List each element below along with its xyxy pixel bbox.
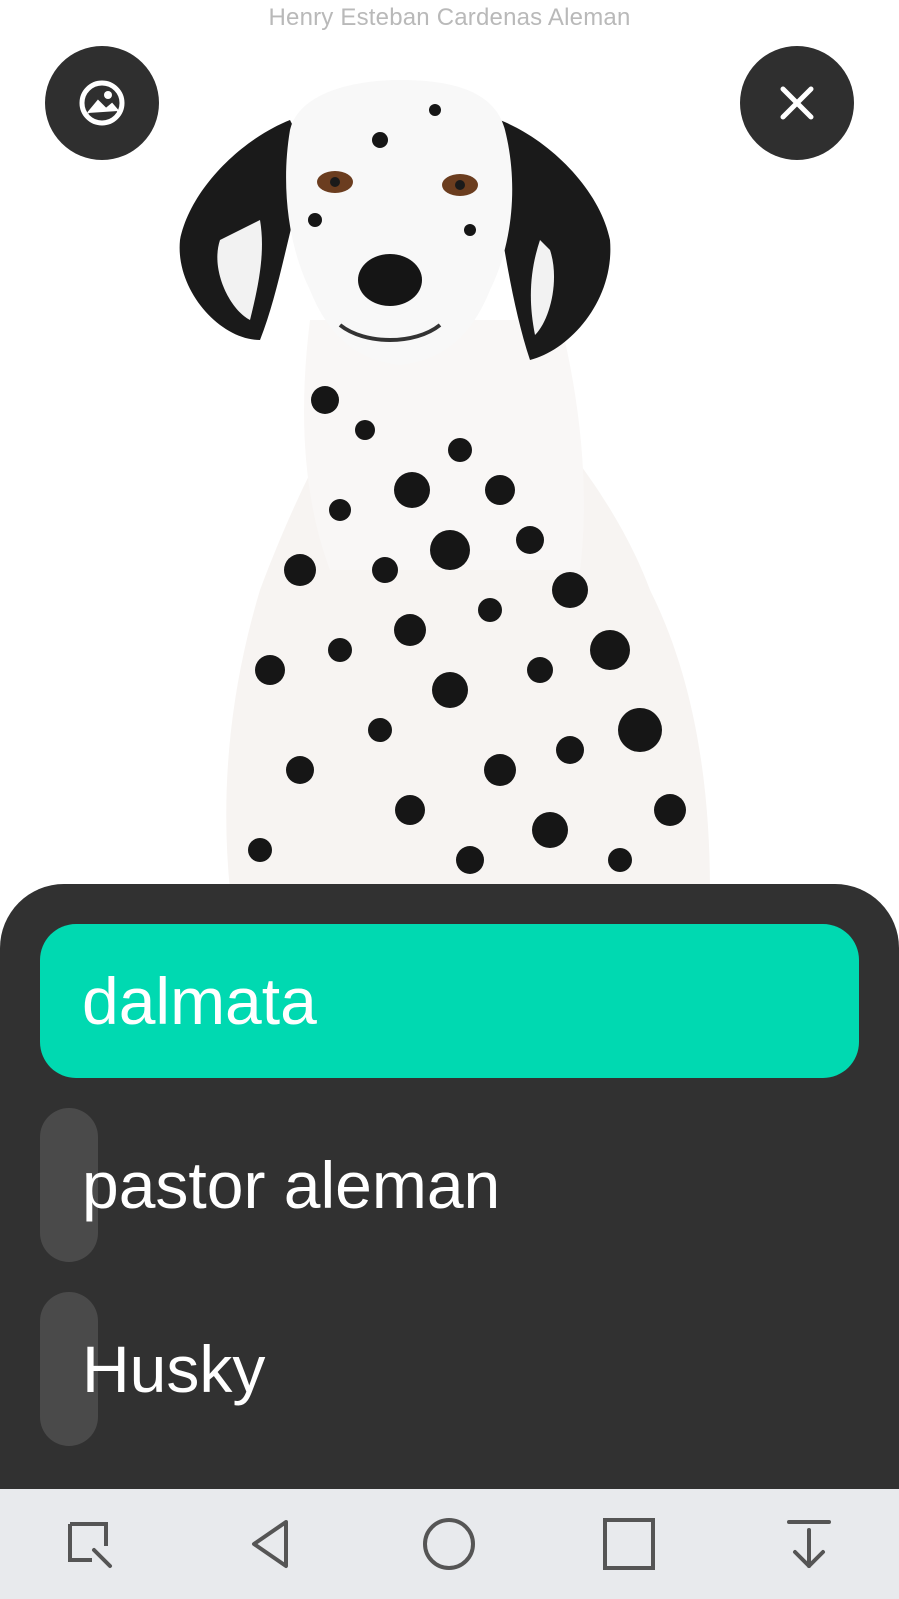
close-icon [780, 86, 814, 120]
close-button[interactable] [740, 46, 854, 160]
options-sheet: dalmata pastor aleman Husky [0, 884, 899, 1489]
option-label: pastor aleman [82, 1148, 501, 1222]
option-pastor-aleman[interactable]: pastor aleman [40, 1108, 859, 1262]
home-button[interactable] [409, 1504, 489, 1584]
back-button[interactable] [230, 1504, 310, 1584]
home-icon [423, 1518, 476, 1570]
option-label: Husky [82, 1332, 266, 1406]
system-nav-bar [0, 1489, 899, 1599]
screen: Henry Esteban Cardenas Aleman dalmata pa… [0, 0, 899, 1599]
recents-icon [603, 1518, 656, 1570]
option-label: dalmata [82, 964, 317, 1038]
dog-photo [179, 80, 710, 890]
author-name: Henry Esteban Cardenas Aleman [268, 4, 631, 31]
recents-button[interactable] [589, 1504, 669, 1584]
notifications-down-button[interactable] [769, 1504, 849, 1584]
image-search-button[interactable] [45, 46, 159, 160]
image-search-icon [79, 80, 125, 126]
screenshot-button[interactable] [50, 1504, 130, 1584]
notifications-down-icon [787, 1520, 832, 1568]
option-dalmata[interactable]: dalmata [40, 924, 859, 1078]
option-husky[interactable]: Husky [40, 1292, 859, 1446]
back-icon [251, 1520, 288, 1568]
screenshot-icon [67, 1522, 112, 1568]
